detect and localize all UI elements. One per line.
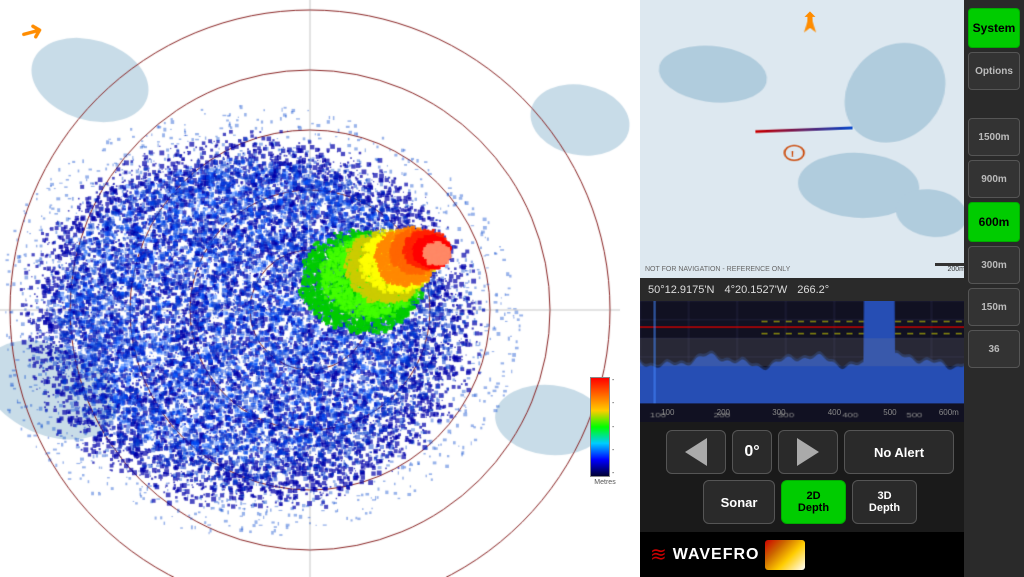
chart-disclaimer: NOT FOR NAVIGATION - REFERENCE ONLY [645, 266, 790, 273]
system-button[interactable]: System [968, 8, 1020, 48]
right-panel: ⬆ NOT FOR NAVIGATION - REFERENCE ONLY 20… [640, 0, 980, 577]
range-1500m-button[interactable]: 1500m [968, 118, 1020, 156]
range-600m-button[interactable]: 600m [968, 202, 1020, 242]
range-900m-button[interactable]: 900m [968, 160, 1020, 198]
chart-scale-label: 200m [947, 266, 965, 273]
sonar-x-axis: 100200300400500600m [640, 402, 980, 422]
navigation-controls-row: 0° No Alert [646, 430, 974, 474]
bottom-controls: 0° No Alert Sonar 2DDepth 3DDepth [640, 422, 980, 532]
sonar-button[interactable]: Sonar [703, 480, 775, 524]
compass-arrow-icon: ⬆ [801, 8, 819, 34]
range-300m-button[interactable]: 300m [968, 246, 1020, 284]
mode-controls-row: Sonar 2DDepth 3DDepth [646, 480, 974, 524]
chart-scale: 200m [935, 263, 965, 273]
rotate-right-button[interactable] [778, 430, 838, 474]
rotate-left-button[interactable] [666, 430, 726, 474]
wavefront-waves-icon: ≋ [650, 542, 667, 567]
arrow-right-icon [797, 438, 819, 466]
3d-depth-button[interactable]: 3DDepth [852, 480, 917, 524]
sidebar: System Options 1500m 900m 600m 300m 150m… [964, 0, 1024, 577]
sonar-depth-display: 100200300400500600m [640, 301, 980, 422]
coordinates-bar: 50°12.9175'N 4°20.1527'W 266.2° [640, 278, 980, 301]
logo-bar: ≋ WAVEFRO [640, 532, 980, 577]
options-button[interactable]: Options [968, 52, 1020, 90]
arrow-left-icon [685, 438, 707, 466]
brand-name: WAVEFRO [673, 546, 760, 564]
range-36m-button[interactable]: 36 [968, 330, 1020, 368]
radar-canvas [0, 0, 640, 577]
latitude-display: 50°12.9175'N [648, 284, 714, 296]
range-150m-button[interactable]: 150m [968, 288, 1020, 326]
angle-display[interactable]: 0° [732, 430, 772, 474]
longitude-display: 4°20.1527'W [724, 284, 787, 296]
color-scale-legend: - - - - - Metres [590, 377, 620, 497]
bearing-display: 266.2° [797, 284, 829, 296]
alert-button[interactable]: No Alert [844, 430, 954, 474]
2d-depth-button[interactable]: 2DDepth [781, 480, 846, 524]
radar-panel: ➜ - - - - - Metres [0, 0, 640, 577]
logo-stripe-decoration [765, 540, 805, 570]
chart-area: ⬆ NOT FOR NAVIGATION - REFERENCE ONLY 20… [640, 0, 980, 278]
